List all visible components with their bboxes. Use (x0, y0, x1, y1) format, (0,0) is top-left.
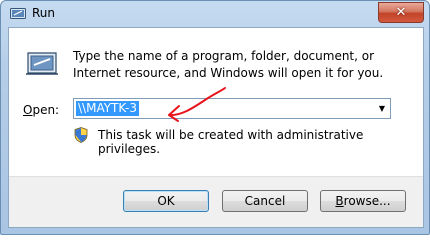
open-combobox[interactable]: \\MAYTK-3 ▼ (73, 98, 391, 119)
dialog-body: Type the name of a program, folder, docu… (8, 27, 424, 228)
window-title: Run (32, 6, 56, 20)
ok-button-label: OK (157, 194, 175, 208)
title-bar[interactable]: Run ✕ (1, 1, 429, 27)
run-dialog: Run ✕ Type the name of a program, folder… (0, 0, 430, 235)
run-app-icon (10, 8, 26, 19)
admin-privileges-note: This task will be created with administr… (98, 128, 364, 156)
close-icon: ✕ (395, 5, 407, 20)
instruction-text: Type the name of a program, folder, docu… (73, 49, 384, 80)
browse-button[interactable]: Browse... (320, 190, 406, 212)
browse-accelerator: B (335, 194, 344, 208)
close-button[interactable]: ✕ (378, 2, 424, 23)
open-input-value[interactable]: \\MAYTK-3 (76, 101, 139, 116)
cancel-button-label: Cancel (244, 194, 286, 208)
button-bar: OK Cancel Browse... (9, 176, 423, 227)
cancel-button[interactable]: Cancel (222, 190, 308, 212)
run-program-icon (26, 52, 58, 75)
dropdown-arrow-icon[interactable]: ▼ (374, 99, 390, 118)
open-label-text: pen: (32, 103, 60, 117)
open-label: Open: (23, 103, 59, 117)
uac-shield-icon (74, 127, 88, 143)
browse-button-label: rowse... (343, 194, 391, 208)
ok-button[interactable]: OK (123, 190, 209, 212)
